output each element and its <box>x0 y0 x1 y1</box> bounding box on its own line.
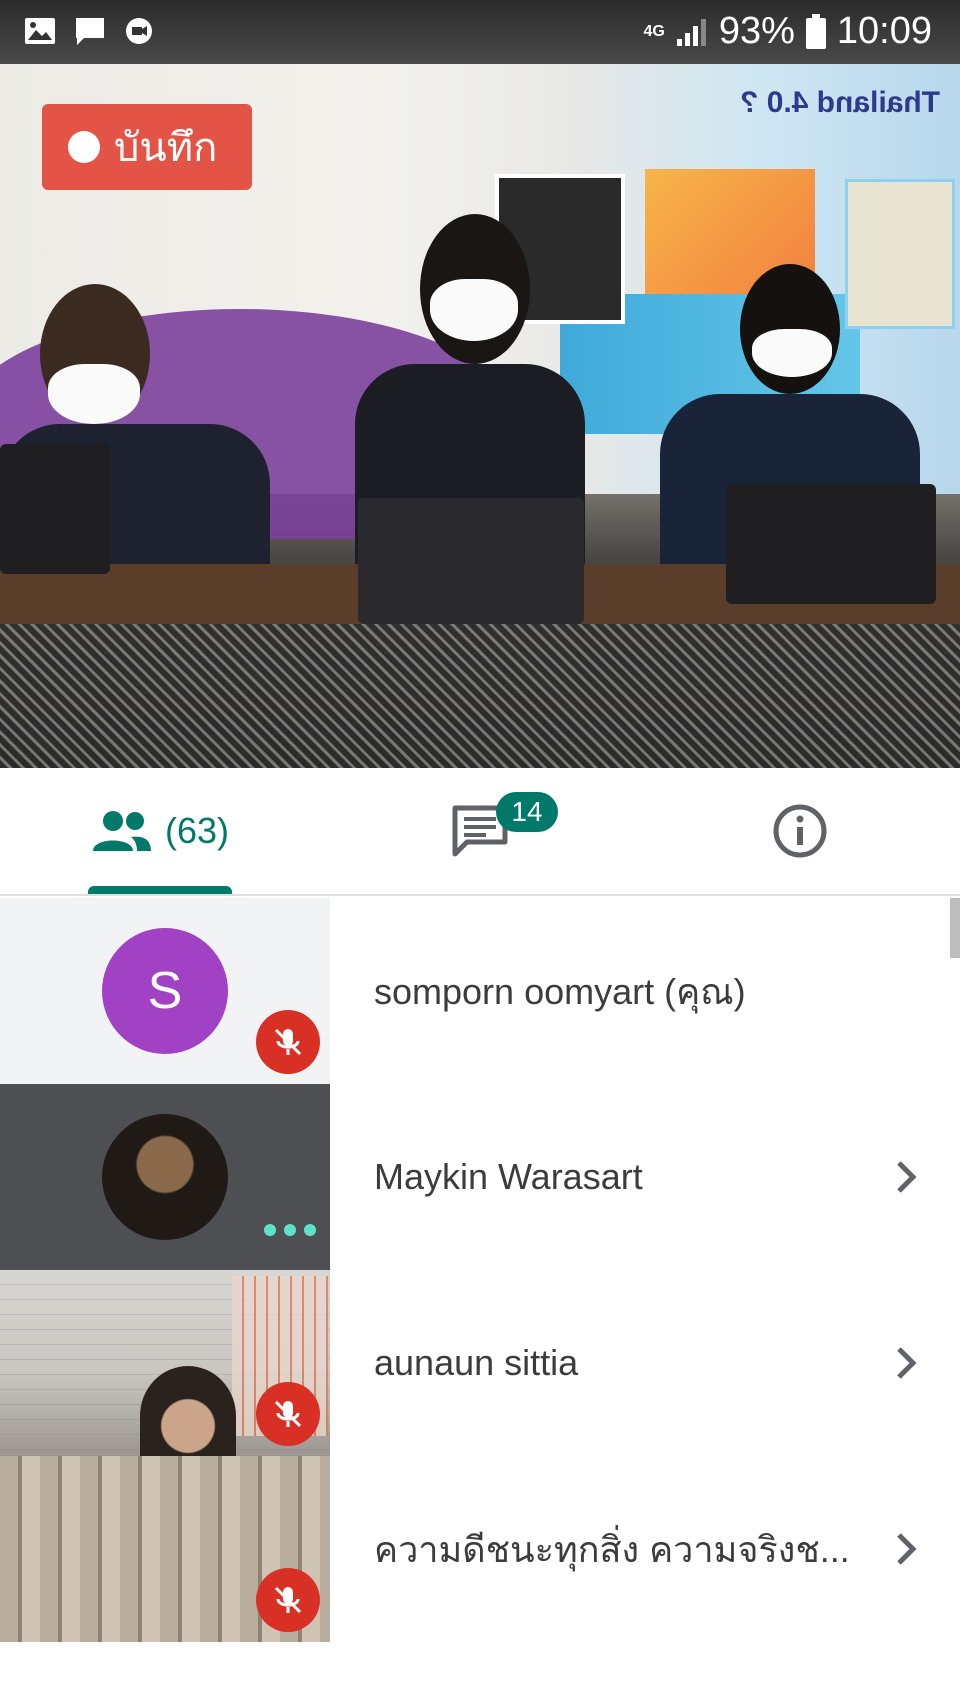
tab-people[interactable]: (63) <box>0 768 320 894</box>
participant-name: ความดีชนะทุกสิ่ง ความจริงช... <box>374 1528 850 1570</box>
signal-icon <box>676 18 706 46</box>
participant-name: aunaun sittia <box>374 1342 579 1383</box>
speaking-indicator-icon <box>264 1224 316 1236</box>
participant-thumbnail <box>0 1270 330 1456</box>
participant-thumbnail <box>0 1456 330 1642</box>
recording-indicator: บันทึก <box>42 104 252 190</box>
people-icon <box>92 811 151 851</box>
chevron-right-icon[interactable] <box>894 1159 920 1195</box>
laptop <box>358 498 584 624</box>
tab-info[interactable] <box>640 768 960 894</box>
laptop <box>726 484 936 604</box>
participant-name: somporn oomyart (คุณ) <box>374 970 746 1012</box>
participant-row[interactable]: aunaun sittia <box>0 1270 960 1456</box>
people-count: (63) <box>164 810 230 851</box>
participant-list[interactable]: S somporn oomyart (คุณ) Maykin Warasart … <box>0 898 960 1642</box>
chevron-right-icon[interactable] <box>894 1531 920 1567</box>
participant-face <box>140 1366 236 1456</box>
table-base <box>0 624 960 768</box>
participant-row[interactable]: Maykin Warasart <box>0 1084 960 1270</box>
banner-text: Thailand 4.0 ? <box>739 86 940 119</box>
battery-icon <box>805 13 826 49</box>
clock: 10:09 <box>836 10 932 52</box>
chevron-right-icon[interactable] <box>894 1345 920 1381</box>
active-tab-indicator <box>88 886 232 894</box>
avatar: S <box>102 928 228 1054</box>
participant-name: Maykin Warasart <box>374 1156 643 1197</box>
avatar <box>102 1114 228 1240</box>
scrollbar[interactable] <box>950 898 960 958</box>
mic-off-icon <box>256 1568 320 1632</box>
notification-icons <box>24 16 154 46</box>
info-icon <box>773 804 827 858</box>
participant-thumbnail: S <box>0 898 330 1084</box>
backdrop-poster <box>845 179 955 329</box>
chat-unread-badge: 14 <box>496 792 558 832</box>
participant-row[interactable]: ความดีชนะทุกสิ่ง ความจริงช... <box>0 1456 960 1642</box>
status-right: 4G 93% 10:09 <box>644 10 933 53</box>
tab-bar: (63) 14 <box>0 768 960 896</box>
meet-notification-icon <box>126 18 152 44</box>
message-icon <box>76 18 104 45</box>
tab-chat[interactable] <box>320 768 640 894</box>
mic-off-icon <box>256 1010 320 1074</box>
mic-off-icon <box>256 1382 320 1446</box>
main-video[interactable]: Thailand 4.0 ? บันทึก <box>0 64 960 768</box>
network-type: 4G <box>643 22 665 40</box>
participant-thumbnail <box>0 1084 330 1270</box>
participant-row[interactable]: S somporn oomyart (คุณ) <box>0 898 960 1084</box>
gallery-icon <box>25 18 55 44</box>
status-bar: 4G 93% 10:09 <box>0 0 960 64</box>
laptop <box>0 444 110 574</box>
recording-label: บันทึก <box>114 126 218 170</box>
battery-percent: 93% <box>718 10 795 52</box>
record-dot-icon <box>68 131 100 163</box>
